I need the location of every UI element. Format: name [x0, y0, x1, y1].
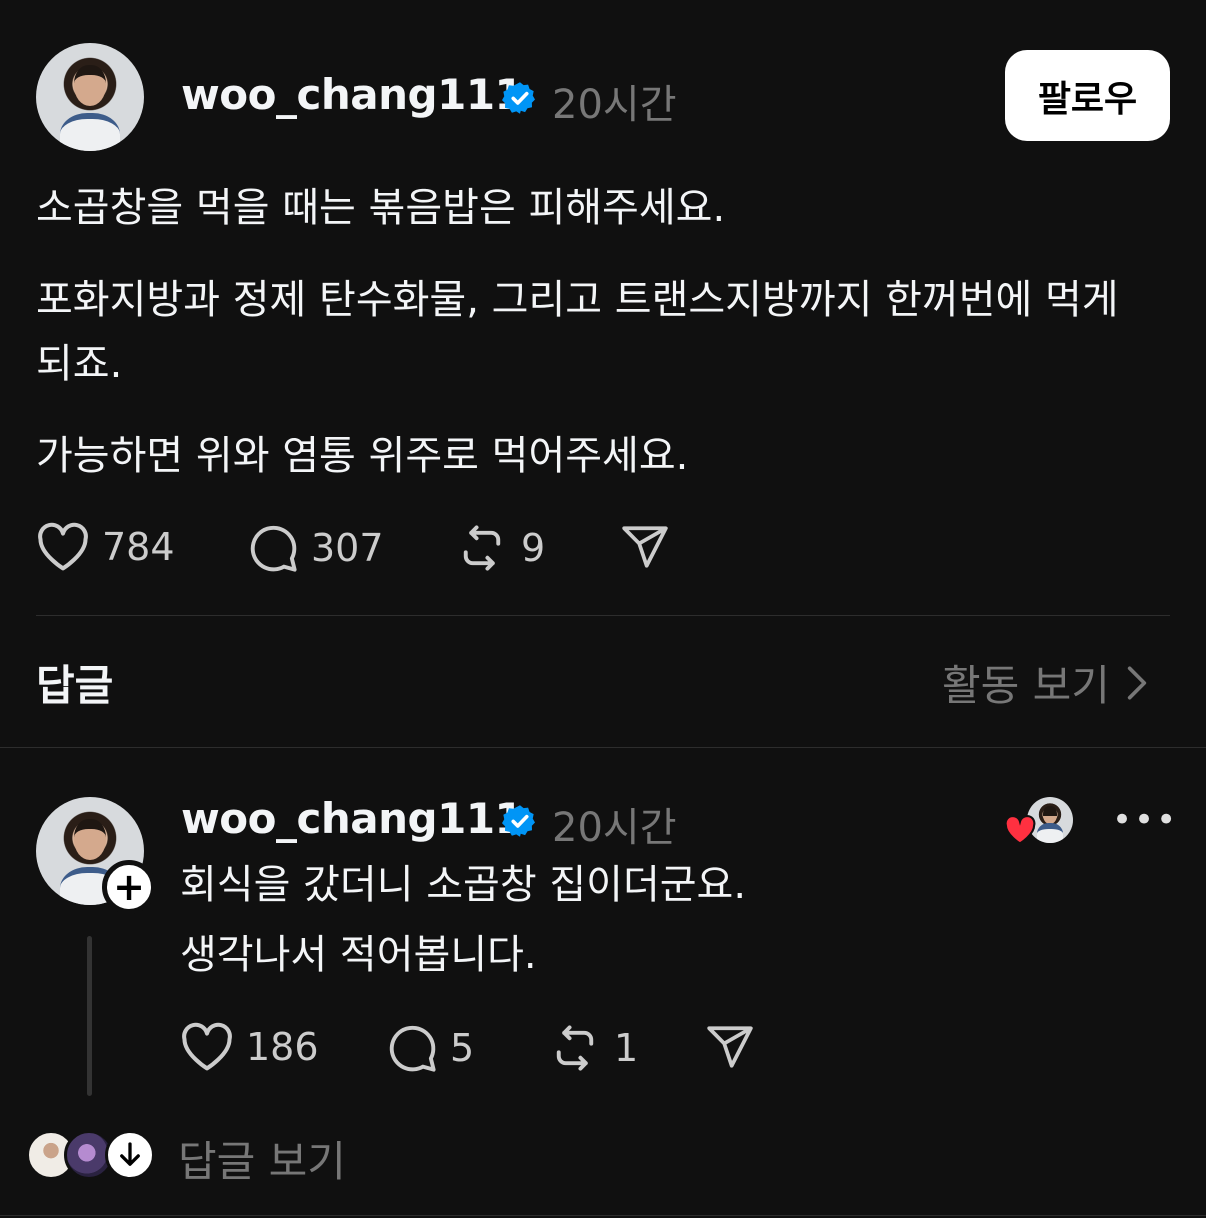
like-count: 784	[102, 525, 175, 569]
actions-divider	[36, 615, 1170, 616]
reply-comment-count: 5	[450, 1026, 475, 1070]
share-icon	[707, 1026, 753, 1068]
more-icon[interactable]: •••	[1112, 800, 1178, 840]
reply-line-2: 생각나서 적어봅니다.	[180, 932, 537, 978]
repost-icon	[463, 525, 501, 571]
comment-icon	[250, 525, 297, 572]
reply-like-button[interactable]: 186	[180, 1022, 319, 1072]
comment-count: 307	[311, 526, 384, 570]
thread-page: woo_chang111 20시간 팔로우 소곱창을 먹을 때는 볶음밥은 피해…	[0, 0, 1206, 1218]
reply-line-1: 회식을 갔더니 소곱창 집이더군요.	[180, 862, 747, 908]
reply-username[interactable]: woo_chang111	[181, 794, 524, 843]
heart-icon	[38, 522, 88, 571]
reply-share-button[interactable]	[705, 1022, 755, 1072]
share-button[interactable]	[620, 522, 670, 572]
liked-heart-icon	[1004, 815, 1036, 845]
view-replies-link[interactable]: 답글 보기	[178, 1128, 346, 1189]
follow-button[interactable]: 팔로우	[1005, 50, 1170, 141]
comment-button[interactable]: 307	[247, 522, 384, 574]
post-paragraph-1: 소곱창을 먹을 때는 볶음밥은 피해주세요.	[36, 185, 726, 231]
share-icon	[622, 526, 668, 568]
post-paragraph-3: 가능하면 위와 염통 위주로 먹어주세요.	[36, 433, 689, 479]
reply-time: 20시간	[552, 805, 677, 851]
bottom-divider	[0, 1215, 1206, 1216]
chevron-right-icon	[1127, 665, 1147, 699]
view-activity-label: 활동 보기	[942, 661, 1110, 710]
arrow-down-icon[interactable]	[105, 1130, 155, 1180]
verified-badge-icon	[502, 805, 535, 837]
author-username[interactable]: woo_chang111	[181, 70, 524, 119]
repost-count: 9	[521, 526, 546, 570]
verified-badge-icon	[502, 82, 535, 114]
section-divider	[0, 747, 1206, 748]
post-time: 20시간	[552, 82, 677, 128]
repost-button[interactable]: 9	[455, 522, 545, 574]
comment-icon	[389, 1025, 436, 1072]
view-activity-link[interactable]: 활동 보기	[942, 652, 1148, 713]
post-paragraph-2: 포화지방과 정제 탄수화물, 그리고 트랜스지방까지 한꺼번에 먹게 되죠.	[36, 277, 1119, 387]
author-avatar[interactable]	[36, 43, 144, 151]
reply-repost-button[interactable]: 1	[548, 1022, 638, 1074]
reply-like-count: 186	[246, 1025, 319, 1069]
plus-icon[interactable]: +	[102, 860, 156, 914]
reply-repost-count: 1	[614, 1026, 639, 1070]
reply-comment-button[interactable]: 5	[386, 1022, 474, 1074]
thread-line	[87, 936, 92, 1096]
repost-icon	[556, 1025, 594, 1071]
heart-icon	[182, 1022, 232, 1071]
replies-heading: 답글	[36, 661, 114, 710]
like-button[interactable]: 784	[36, 522, 175, 572]
